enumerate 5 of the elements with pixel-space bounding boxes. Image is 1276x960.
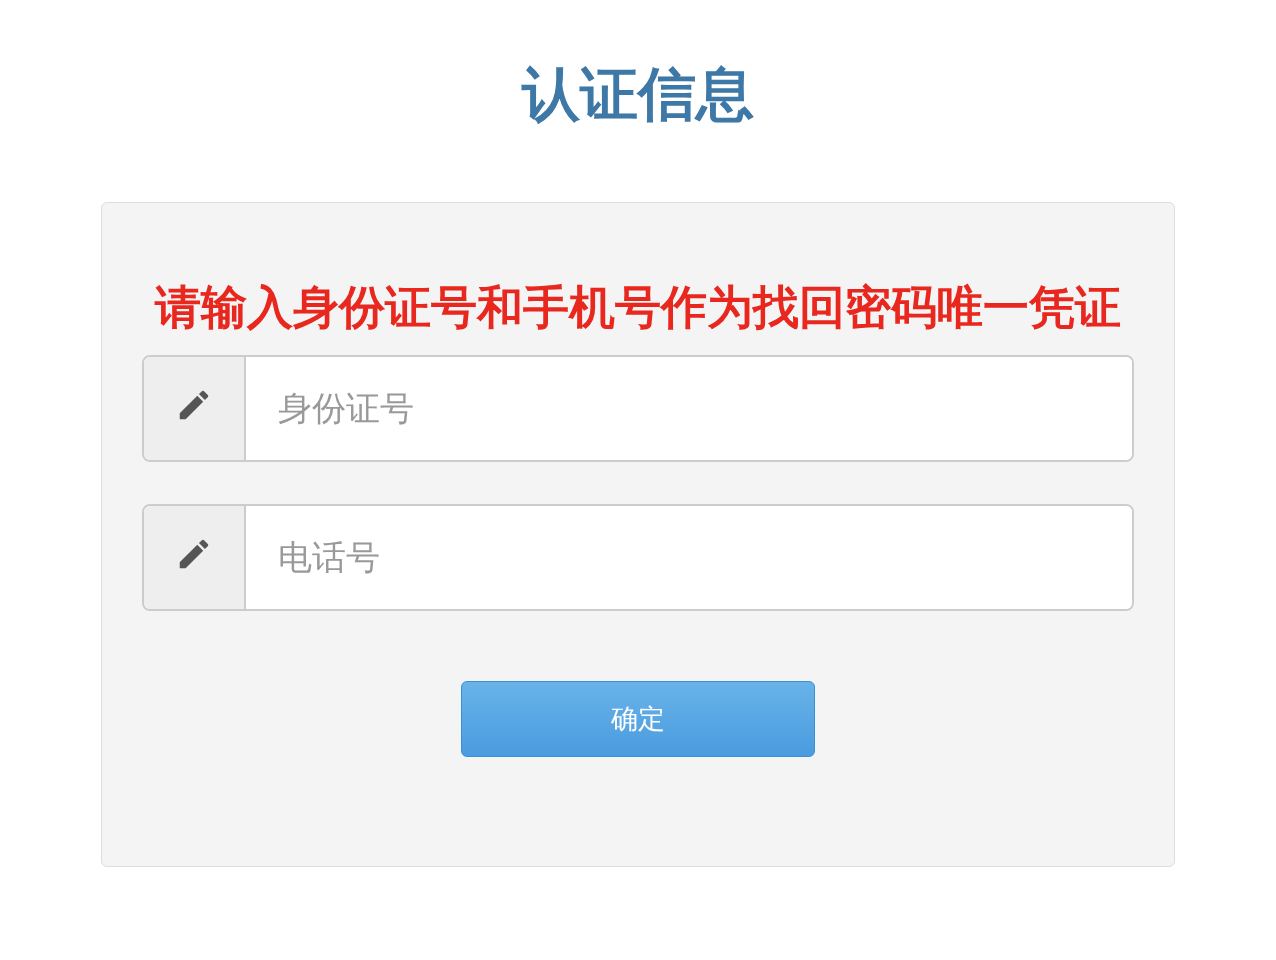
input-field[interactable]: 身份证号 (142, 355, 1134, 462)
confirm-button[interactable]: 确定 (461, 681, 815, 757)
notice-text: 请输入身份证号和手机号作为找回密码唯一凭证 (153, 281, 1122, 333)
page-title: 认证信息 (522, 59, 754, 130)
input-field[interactable]: 电话号 (142, 504, 1134, 611)
